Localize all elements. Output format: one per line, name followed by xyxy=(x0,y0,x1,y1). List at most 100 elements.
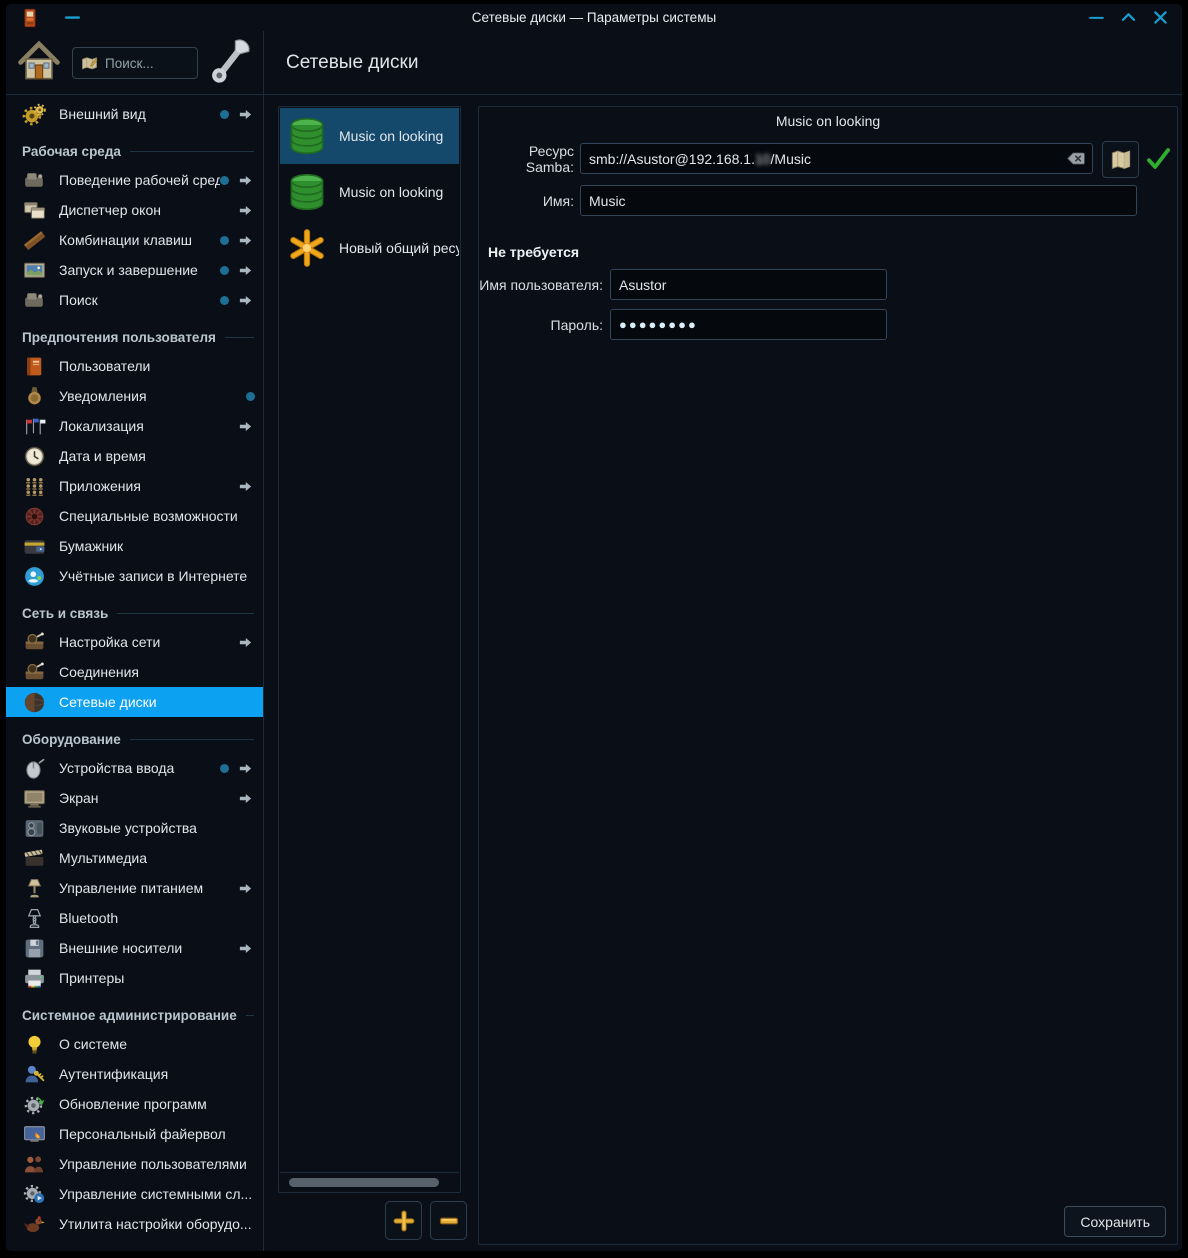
goto-arrow-icon xyxy=(237,761,254,776)
sidebar-item[interactable]: Управление пользователями xyxy=(6,1149,263,1179)
clapper-icon xyxy=(22,846,47,871)
sidebar-item[interactable]: Принтеры xyxy=(6,963,263,993)
horizontal-scrollbar[interactable] xyxy=(287,1177,448,1188)
machine-icon xyxy=(22,288,47,313)
db-green-icon xyxy=(285,114,329,158)
password-input[interactable]: ●●●●●●●● xyxy=(610,309,887,340)
unsaved-dot xyxy=(220,235,229,245)
home-button[interactable] xyxy=(15,38,63,86)
sidebar-item[interactable]: Управление питанием xyxy=(6,873,263,903)
globe-disk-icon xyxy=(22,690,47,715)
minimize-button[interactable] xyxy=(1087,8,1106,27)
sidebar-item[interactable]: Локализация xyxy=(6,411,263,441)
wrench-icon xyxy=(202,34,256,92)
grid-people-icon xyxy=(22,474,47,499)
share-item-label: Music on looking xyxy=(339,184,444,200)
samba-input[interactable]: smb://Asustor@192.168.1.10/Music xyxy=(580,143,1093,174)
flags-icon xyxy=(22,414,47,439)
titlebar: Сетевые диски — Параметры системы xyxy=(6,4,1182,31)
sidebar-item[interactable]: Бумажник xyxy=(6,531,263,561)
valid-check-icon xyxy=(1145,145,1172,172)
add-share-button[interactable] xyxy=(385,1201,422,1240)
sidebar-item[interactable]: Комбинации клавиш xyxy=(6,225,263,255)
name-input[interactable]: Music xyxy=(580,185,1137,216)
sidebar-item[interactable]: Bluetooth xyxy=(6,903,263,933)
sidebar-item[interactable]: Соединения xyxy=(6,657,263,687)
windows-icon xyxy=(22,198,47,223)
sidebar-item[interactable]: Аутентификация xyxy=(6,1059,263,1089)
titlebar-pin-button[interactable] xyxy=(63,8,82,27)
wheel-icon xyxy=(22,504,47,529)
lamp-sketch-icon xyxy=(22,906,47,931)
search-input[interactable]: Поиск... xyxy=(72,47,198,79)
sidebar-item[interactable]: Диспетчер окон xyxy=(6,195,263,225)
maximize-button[interactable] xyxy=(1119,8,1138,27)
sidebar-item[interactable]: Звуковые устройства xyxy=(6,813,263,843)
sidebar-item[interactable]: Пользователи xyxy=(6,351,263,381)
window: Сетевые диски — Параметры системы Поиск.… xyxy=(6,4,1182,1251)
samba-value: smb://Asustor@192.168.1.10/Music xyxy=(589,150,811,167)
sidebar-item[interactable]: Запуск и завершение xyxy=(6,255,263,285)
sidebar-item-label: Поведение рабочей среды xyxy=(59,172,220,188)
sidebar-section-title: Рабочая среда xyxy=(6,129,263,165)
sidebar-item[interactable]: Специальные возможности xyxy=(6,501,263,531)
sidebar-item[interactable]: Внешние носители xyxy=(6,933,263,963)
sidebar-item-label: Соединения xyxy=(59,664,140,680)
clock-icon xyxy=(22,444,47,469)
sidebar-item[interactable]: Управление системными сл... xyxy=(6,1179,263,1209)
sidebar-item[interactable]: Обновление программ xyxy=(6,1089,263,1119)
share-list-item[interactable]: Music on looking xyxy=(280,164,459,220)
goto-arrow-icon xyxy=(237,203,254,218)
sidebar-item-label: Бумажник xyxy=(59,538,124,554)
sidebar-item[interactable]: Внешний вид xyxy=(6,99,263,129)
bulb-icon xyxy=(22,1032,47,1057)
auth-section-title: Не требуется xyxy=(488,244,580,260)
browse-button[interactable] xyxy=(1102,141,1139,178)
mouse-icon xyxy=(22,756,47,781)
sidebar-item[interactable]: Учётные записи в Интернете xyxy=(6,561,263,591)
sidebar-item[interactable]: Устройства ввода xyxy=(6,753,263,783)
sidebar-item[interactable]: Сетевые диски xyxy=(6,687,263,717)
sidebar-item[interactable]: Дата и время xyxy=(6,441,263,471)
close-button[interactable] xyxy=(1151,8,1170,27)
sidebar-item[interactable]: Персональный файервол xyxy=(6,1119,263,1149)
sidebar-item-label: Управление пользователями xyxy=(59,1156,247,1172)
goto-arrow-icon xyxy=(237,107,254,122)
sidebar-item[interactable]: О системе xyxy=(6,1029,263,1059)
scrollbar-thumb[interactable] xyxy=(289,1178,439,1187)
detail-panel: Music on looking Ресурс Samba: smb://Asu… xyxy=(478,106,1178,1245)
online-icon xyxy=(22,564,47,589)
printer-icon xyxy=(22,966,47,991)
sidebar-item-label: Внешние носители xyxy=(59,940,183,956)
sidebar-item-label: Уведомления xyxy=(59,388,147,404)
share-list-item[interactable]: Music on looking xyxy=(280,108,459,164)
username-value: Asustor xyxy=(619,276,667,293)
sidebar-item[interactable]: Экран xyxy=(6,783,263,813)
medal-icon xyxy=(22,384,47,409)
window-controls xyxy=(1087,4,1170,31)
sidebar-item[interactable]: Поиск xyxy=(6,285,263,315)
goto-arrow-icon xyxy=(237,233,254,248)
sidebar-item[interactable]: Поведение рабочей среды xyxy=(6,165,263,195)
sidebar-item[interactable]: Утилита настройки оборудо... xyxy=(6,1209,263,1239)
share-list-panel: Music on looking Music on looking Новый об… xyxy=(278,106,461,1193)
remove-share-button[interactable] xyxy=(430,1201,467,1240)
db-green-icon xyxy=(285,170,329,214)
share-list: Music on looking Music on looking Новый об… xyxy=(280,108,459,1173)
goto-arrow-icon xyxy=(237,941,254,956)
sidebar-item-label: О системе xyxy=(59,1036,128,1052)
username-input[interactable]: Asustor xyxy=(610,269,887,300)
clear-text-icon[interactable] xyxy=(1065,148,1087,170)
minus-icon xyxy=(437,1209,461,1233)
share-list-item[interactable]: Новый общий ресурс xyxy=(280,220,459,276)
sidebar-item[interactable]: Мультимедиа xyxy=(6,843,263,873)
sidebar-item[interactable]: Приложения xyxy=(6,471,263,501)
sidebar-item[interactable]: Уведомления xyxy=(6,381,263,411)
sidebar-item[interactable]: Настройка сети xyxy=(6,627,263,657)
save-button[interactable]: Сохранить xyxy=(1064,1206,1166,1237)
configure-button[interactable] xyxy=(202,34,256,92)
sidebar-item-label: Персональный файервол xyxy=(59,1126,226,1142)
sidebar-item-label: Поиск xyxy=(59,292,98,308)
search-icon xyxy=(80,54,99,73)
page-title: Сетевые диски xyxy=(286,51,419,73)
